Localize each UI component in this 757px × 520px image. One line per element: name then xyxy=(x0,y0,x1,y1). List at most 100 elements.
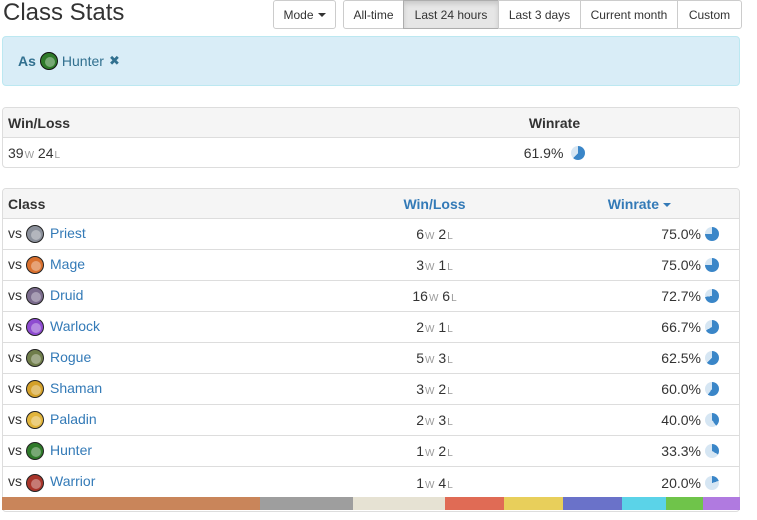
paladin-class-icon xyxy=(26,411,44,430)
winrate-pie-icon xyxy=(705,351,719,365)
losses-suffix: L xyxy=(447,231,453,242)
warlock-class-icon xyxy=(26,318,44,337)
class-bar-segment xyxy=(352,497,445,510)
class-cell: vs Warrior xyxy=(3,473,293,492)
winloss-cell: 1W 2L xyxy=(293,443,576,459)
wins-suffix: W xyxy=(425,262,435,273)
losses-value: 3 xyxy=(438,350,447,366)
chevron-down-icon xyxy=(317,12,326,17)
class-bar-segment xyxy=(444,497,504,510)
winrate-value: 40.0% xyxy=(661,412,701,428)
winrate-pie-icon xyxy=(705,320,719,334)
winrate-cell: 60.0% xyxy=(576,381,739,397)
filter-last-24-hours-button[interactable]: Last 24 hours xyxy=(403,0,499,29)
shaman-class-icon xyxy=(26,380,44,399)
winrate-pie-icon xyxy=(571,146,586,160)
losses-suffix: L xyxy=(447,262,453,273)
winrate-sort-header[interactable]: Winrate xyxy=(576,196,739,212)
remove-filter-icon[interactable]: ✖ xyxy=(109,53,120,69)
winloss-cell: 16W 6L xyxy=(293,288,576,304)
winrate-value: 60.0% xyxy=(661,381,701,397)
winrate-value: 62.5% xyxy=(661,350,701,366)
losses-suffix: L xyxy=(447,448,453,459)
winloss-cell: 2W 1L xyxy=(293,319,576,335)
matchup-row-mage: vs Mage 3W 1L 75.0% xyxy=(3,250,739,281)
sort-desc-icon xyxy=(663,202,671,207)
filter-all-time-button[interactable]: All-time xyxy=(343,0,404,29)
matchup-row-rogue: vs Rogue 5W 3L 62.5% xyxy=(3,343,739,374)
wins-suffix: W xyxy=(425,355,435,366)
winrate-cell: 66.7% xyxy=(576,319,739,335)
mage-class-icon xyxy=(26,256,44,275)
vs-label: vs xyxy=(8,224,22,241)
summary-winloss: 39W 24L xyxy=(3,145,403,161)
wins-value: 3 xyxy=(416,381,425,397)
wins-value: 3 xyxy=(416,257,425,273)
class-link-druid[interactable]: Druid xyxy=(50,287,83,303)
winloss-cell: 3W 1L xyxy=(293,257,576,273)
winrate-pie-icon xyxy=(705,413,719,427)
winrate-value: 33.3% xyxy=(661,443,701,459)
wins-suffix: W xyxy=(425,231,435,242)
filter-custom-button[interactable]: Custom xyxy=(677,0,742,29)
class-link-mage[interactable]: Mage xyxy=(50,256,85,272)
filter-last-3-days-button[interactable]: Last 3 days xyxy=(498,0,581,29)
matchup-row-warlock: vs Warlock 2W 1L 66.7% xyxy=(3,312,739,343)
matchup-table: Class Win/Loss Winrate vs Priest 6W 2L 75.0… xyxy=(2,188,740,512)
class-cell: vs Shaman xyxy=(3,380,293,399)
winrate-pie-icon xyxy=(705,227,719,241)
class-link-shaman[interactable]: Shaman xyxy=(50,380,102,396)
wins-value: 2 xyxy=(416,319,425,335)
winrate-pie-icon xyxy=(705,258,719,272)
losses-value: 1 xyxy=(438,319,447,335)
class-cell: vs Warlock xyxy=(3,318,293,337)
class-bar-segment xyxy=(621,497,667,510)
winrate-header: Winrate xyxy=(528,114,581,131)
losses-value: 1 xyxy=(438,257,447,273)
class-cell: vs Mage xyxy=(3,255,293,275)
vs-label: vs xyxy=(8,286,22,303)
class-bar-segment xyxy=(562,497,622,510)
hunter-class-icon xyxy=(39,52,58,70)
as-label: As xyxy=(18,53,36,69)
winrate-cell: 62.5% xyxy=(576,350,739,366)
class-link-warlock[interactable]: Warlock xyxy=(50,318,100,334)
losses-suffix: L xyxy=(447,355,453,366)
class-cell: vs Druid xyxy=(3,286,293,306)
class-link-rogue[interactable]: Rogue xyxy=(50,349,91,365)
matchup-row-shaman: vs Shaman 3W 2L 60.0% xyxy=(3,374,739,405)
wins-value: 1 xyxy=(416,474,425,491)
filter-class-name: Hunter xyxy=(61,53,104,69)
filter-current-month-button[interactable]: Current month xyxy=(580,0,678,29)
class-link-priest[interactable]: Priest xyxy=(50,225,86,241)
class-link-paladin[interactable]: Paladin xyxy=(50,411,97,427)
matchup-row-warrior: vs Warrior 1W 4L 20.0% xyxy=(3,467,739,498)
mode-label: Mode xyxy=(283,7,314,22)
losses-suffix: L xyxy=(447,479,453,491)
class-bar-segment xyxy=(2,497,261,510)
wins-suffix: W xyxy=(428,293,439,304)
time-filter-group: All-time Last 24 hours Last 3 days Curre… xyxy=(343,0,742,29)
losses-suffix: L xyxy=(54,150,61,161)
mode-dropdown-button[interactable]: Mode xyxy=(273,0,336,29)
winrate-cell: 20.0% xyxy=(576,475,739,491)
class-link-warrior[interactable]: Warrior xyxy=(50,473,95,489)
matchup-header-row: Class Win/Loss Winrate xyxy=(3,189,739,219)
vs-label: vs xyxy=(8,255,22,272)
class-link-hunter[interactable]: Hunter xyxy=(50,442,92,458)
winloss-sort-header[interactable]: Win/Loss xyxy=(293,196,576,212)
class-bar-segment xyxy=(503,497,563,510)
winrate-value: 66.7% xyxy=(661,319,701,335)
rogue-class-icon xyxy=(26,349,44,368)
winrate-value: 75.0% xyxy=(661,226,701,242)
winrate-cell: 75.0% xyxy=(576,257,739,273)
losses-suffix: L xyxy=(451,293,457,304)
wins-suffix: W xyxy=(425,386,435,397)
matchup-row-priest: vs Priest 6W 2L 75.0% xyxy=(3,219,739,250)
class-distribution-bar xyxy=(2,497,740,510)
summary-header-row: Win/Loss Winrate xyxy=(3,108,739,138)
losses-suffix: L xyxy=(447,386,453,397)
winloss-cell: 5W 3L xyxy=(293,350,576,366)
winloss-cell: 2W 3L xyxy=(293,412,576,428)
vs-label: vs xyxy=(8,348,22,365)
